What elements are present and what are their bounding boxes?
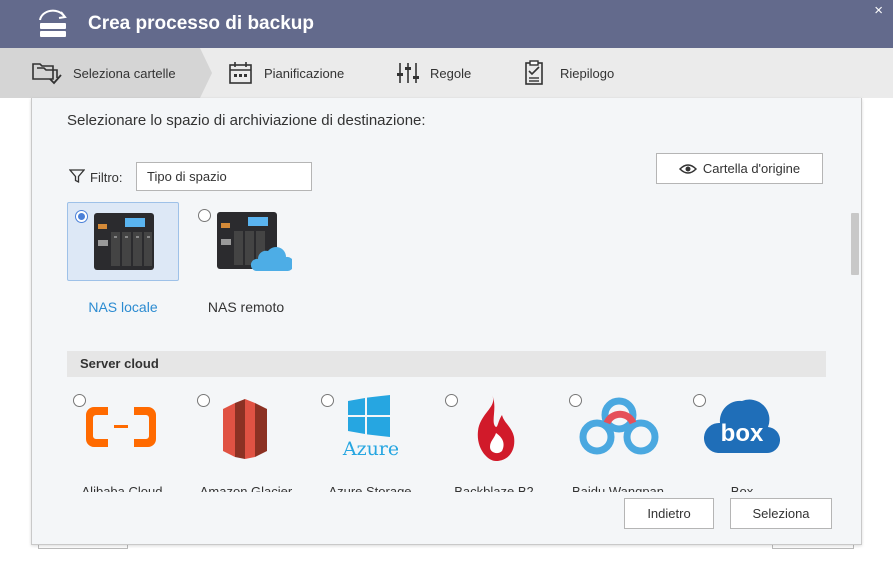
wizard-steps: Seleziona cartelle Pianificazione Regole — [0, 48, 893, 98]
step-label: Riepilogo — [560, 65, 615, 81]
azure-radio[interactable] — [321, 394, 334, 407]
clipboard-check-icon — [525, 60, 543, 85]
panel-heading: Selezionare lo spazio di archiviazione d… — [67, 112, 426, 129]
cloud-option-backblaze[interactable] — [444, 393, 544, 492]
filter-label: Filtro: — [90, 170, 123, 185]
cloud-section-header: Server cloud — [67, 351, 826, 377]
sliders-icon — [397, 63, 419, 83]
step-label: Pianificazione — [264, 65, 345, 81]
destination-panel: Selezionare lo spazio di archiviazione d… — [31, 98, 862, 545]
window-title: Crea processo di backup — [88, 13, 314, 34]
cloud-option-azure[interactable]: Azure — [320, 393, 420, 492]
backblaze-label: Backblaze B2 — [454, 484, 534, 492]
nas-remote-icon — [217, 212, 292, 271]
nas-local-radio[interactable] — [75, 210, 88, 223]
active-step-arrow — [200, 48, 212, 98]
box-logo-text: box — [721, 420, 764, 447]
nas-remote-radio[interactable] — [198, 209, 211, 222]
cloud-option-baidu[interactable] — [568, 393, 668, 492]
azure-label: Azure Storage — [328, 484, 412, 492]
nas-local-label: NAS locale — [88, 299, 158, 315]
backblaze-radio[interactable] — [445, 394, 458, 407]
source-folder-button[interactable]: Cartella d'origine — [656, 153, 823, 184]
step-schedule[interactable]: Pianificazione — [228, 48, 344, 98]
folders-check-icon — [32, 63, 62, 85]
baidu-label: Baidu Wangpan — [571, 484, 665, 492]
filter-storage-type-field[interactable]: Tipo di spazio — [136, 162, 312, 191]
step-label: Seleziona cartelle — [73, 65, 176, 81]
cloud-option-amazon-glacier[interactable] — [196, 393, 296, 492]
alibaba-cloud-icon — [86, 407, 156, 447]
scrollbar-thumb[interactable] — [851, 213, 859, 275]
backup-icon — [39, 9, 67, 37]
azure-icon: Azure — [342, 395, 398, 459]
source-folder-label: Cartella d'origine — [702, 161, 801, 176]
cloud-option-box[interactable]: box — [692, 393, 792, 492]
title-bar: Crea processo di backup × — [0, 0, 893, 48]
nas-remote-option[interactable] — [191, 202, 303, 281]
eye-icon — [678, 163, 697, 174]
amazon-glacier-radio[interactable] — [197, 394, 210, 407]
azure-logo-text: Azure — [342, 438, 398, 459]
step-select-folders[interactable]: Seleziona cartelle — [31, 48, 176, 98]
step-rules[interactable]: Regole — [396, 48, 471, 98]
box-icon: box — [704, 399, 780, 454]
backblaze-icon — [477, 395, 515, 461]
step-label: Regole — [430, 65, 472, 81]
step-summary[interactable]: Riepilogo — [522, 48, 614, 98]
nas-local-option[interactable] — [67, 202, 179, 281]
filter-icon — [69, 169, 85, 184]
nas-remote-label: NAS remoto — [207, 299, 285, 315]
amazon-glacier-label: Amazon Glacier — [199, 484, 293, 492]
select-button[interactable]: Seleziona — [730, 498, 832, 529]
alibaba-label: Alibaba Cloud — [81, 484, 163, 492]
box-label: Box — [730, 484, 754, 492]
baidu-icon — [579, 397, 659, 455]
calendar-icon — [229, 62, 252, 84]
back-button[interactable]: Indietro — [624, 498, 714, 529]
amazon-glacier-icon — [223, 399, 267, 459]
scroll-area[interactable]: Selezionare lo spazio di archiviazione d… — [32, 98, 861, 492]
close-icon[interactable]: × — [874, 2, 883, 19]
nas-device-icon — [94, 213, 154, 270]
panel-footer: Indietro Seleziona — [32, 492, 861, 544]
cloud-option-alibaba[interactable] — [72, 393, 172, 492]
